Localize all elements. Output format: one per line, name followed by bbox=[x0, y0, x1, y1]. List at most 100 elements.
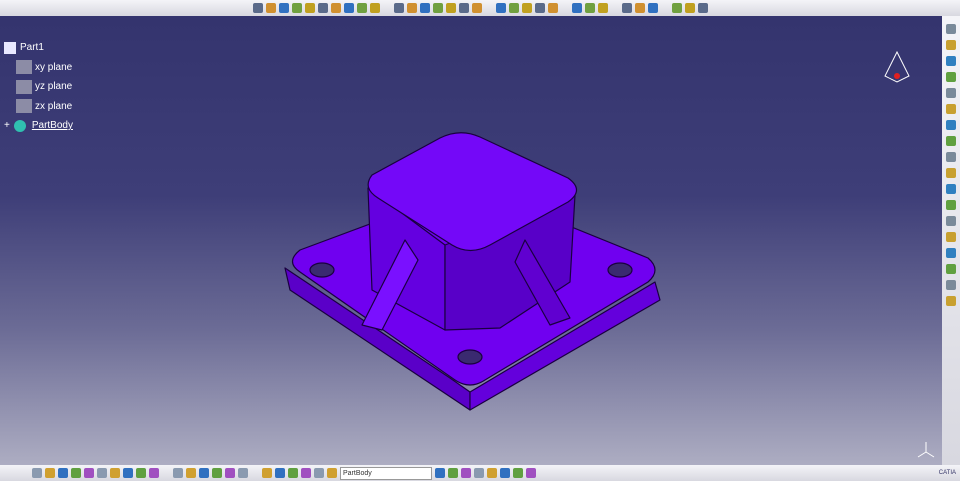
compass-icon[interactable] bbox=[884, 50, 910, 83]
toolbar-button-icon[interactable] bbox=[946, 216, 956, 226]
toolbar-button-icon[interactable] bbox=[946, 280, 956, 290]
toolbar-button-icon[interactable] bbox=[343, 3, 354, 13]
toolbar-button-icon[interactable] bbox=[58, 468, 68, 478]
toolbar-button-icon[interactable] bbox=[946, 24, 956, 34]
toolbar-button-icon[interactable] bbox=[946, 248, 956, 258]
toolbar-button-icon[interactable] bbox=[946, 168, 956, 178]
toolbar-button-icon[interactable] bbox=[684, 3, 695, 13]
toolbar-button-icon[interactable] bbox=[584, 3, 595, 13]
toolbar-button-icon[interactable] bbox=[946, 296, 956, 306]
tree-node-xy-plane[interactable]: xy plane bbox=[4, 58, 73, 78]
toolbar-button-icon[interactable] bbox=[946, 104, 956, 114]
tree-node-part1[interactable]: Part1 bbox=[4, 38, 73, 58]
toolbar-button-icon[interactable] bbox=[288, 468, 298, 478]
toolbar-button-icon[interactable] bbox=[513, 468, 523, 478]
toolbar-button-icon[interactable] bbox=[946, 88, 956, 98]
toolbar-button-icon[interactable] bbox=[71, 468, 81, 478]
toolbar-button-icon[interactable] bbox=[84, 468, 94, 478]
toolbar-button-icon[interactable] bbox=[508, 3, 519, 13]
toolbar-button-icon[interactable] bbox=[647, 3, 658, 13]
toolbar-button-icon[interactable] bbox=[946, 72, 956, 82]
hole bbox=[607, 262, 633, 278]
hole bbox=[309, 262, 335, 278]
axis-icon bbox=[917, 442, 935, 458]
toolbar-button-icon[interactable] bbox=[946, 264, 956, 274]
part-model[interactable] bbox=[0, 16, 942, 465]
toolbar-button-icon[interactable] bbox=[445, 3, 456, 13]
toolbar-button-icon[interactable] bbox=[621, 3, 632, 13]
toolbar-button-icon[interactable] bbox=[946, 56, 956, 66]
toolbar-button-icon[interactable] bbox=[495, 3, 506, 13]
toolbar-button-icon[interactable] bbox=[369, 3, 380, 13]
toolbar-button-icon[interactable] bbox=[435, 468, 445, 478]
toolbar-button-icon[interactable] bbox=[534, 3, 545, 13]
toolbar-button-icon[interactable] bbox=[32, 468, 42, 478]
toolbar-button-icon[interactable] bbox=[317, 3, 328, 13]
toolbar-button-icon[interactable] bbox=[526, 468, 536, 478]
toolbar-button-icon[interactable] bbox=[123, 468, 133, 478]
toolbar-button-icon[interactable] bbox=[946, 232, 956, 242]
part-icon bbox=[4, 41, 16, 54]
toolbar-button-icon[interactable] bbox=[173, 468, 183, 478]
plane-icon bbox=[16, 99, 32, 114]
toolbar-button-icon[interactable] bbox=[186, 468, 196, 478]
toolbar-button-icon[interactable] bbox=[252, 3, 263, 13]
right-toolbar bbox=[942, 16, 960, 465]
toolbar-button-icon[interactable] bbox=[225, 468, 235, 478]
toolbar-button-icon[interactable] bbox=[474, 468, 484, 478]
toolbar-button-icon[interactable] bbox=[634, 3, 645, 13]
toolbar-button-icon[interactable] bbox=[238, 468, 248, 478]
toolbar-button-icon[interactable] bbox=[212, 468, 222, 478]
toolbar-button-icon[interactable] bbox=[330, 3, 341, 13]
toolbar-button-icon[interactable] bbox=[571, 3, 582, 13]
toolbar-button-icon[interactable] bbox=[314, 468, 324, 478]
toolbar-button-icon[interactable] bbox=[304, 3, 315, 13]
toolbar-button-icon[interactable] bbox=[149, 468, 159, 478]
current-body-select[interactable]: PartBody bbox=[340, 466, 432, 480]
expand-icon[interactable]: + bbox=[4, 120, 10, 131]
toolbar-button-icon[interactable] bbox=[327, 468, 337, 478]
bottom-toolbar: PartBody bbox=[0, 465, 960, 481]
plane-icon bbox=[16, 60, 32, 75]
toolbar-button-icon[interactable] bbox=[356, 3, 367, 13]
toolbar-button-icon[interactable] bbox=[946, 40, 956, 50]
toolbar-button-icon[interactable] bbox=[946, 120, 956, 130]
specification-tree: Part1 xy plane yz plane zx plane + PartBo… bbox=[4, 38, 73, 136]
toolbar-button-icon[interactable] bbox=[461, 468, 471, 478]
toolbar-button-icon[interactable] bbox=[136, 468, 146, 478]
tree-node-yz-plane[interactable]: yz plane bbox=[4, 77, 73, 97]
toolbar-button-icon[interactable] bbox=[671, 3, 682, 13]
toolbar-button-icon[interactable] bbox=[697, 3, 708, 13]
toolbar-button-icon[interactable] bbox=[946, 136, 956, 146]
catia-logo: CATIA bbox=[938, 470, 956, 476]
toolbar-button-icon[interactable] bbox=[946, 152, 956, 162]
toolbar-button-icon[interactable] bbox=[291, 3, 302, 13]
toolbar-button-icon[interactable] bbox=[432, 3, 443, 13]
toolbar-button-icon[interactable] bbox=[262, 468, 272, 478]
toolbar-button-icon[interactable] bbox=[97, 468, 107, 478]
tree-node-partbody[interactable]: + PartBody bbox=[4, 116, 73, 136]
toolbar-button-icon[interactable] bbox=[275, 468, 285, 478]
toolbar-button-icon[interactable] bbox=[199, 468, 209, 478]
toolbar-button-icon[interactable] bbox=[471, 3, 482, 13]
hole bbox=[457, 349, 483, 365]
tree-node-zx-plane[interactable]: zx plane bbox=[4, 97, 73, 117]
toolbar-button-icon[interactable] bbox=[521, 3, 532, 13]
toolbar-button-icon[interactable] bbox=[487, 468, 497, 478]
toolbar-button-icon[interactable] bbox=[278, 3, 289, 13]
3d-viewport[interactable]: Part1 xy plane yz plane zx plane + PartBo… bbox=[0, 16, 942, 465]
toolbar-button-icon[interactable] bbox=[301, 468, 311, 478]
toolbar-button-icon[interactable] bbox=[597, 3, 608, 13]
toolbar-button-icon[interactable] bbox=[500, 468, 510, 478]
toolbar-button-icon[interactable] bbox=[45, 468, 55, 478]
toolbar-button-icon[interactable] bbox=[393, 3, 404, 13]
toolbar-button-icon[interactable] bbox=[458, 3, 469, 13]
toolbar-button-icon[interactable] bbox=[547, 3, 558, 13]
toolbar-button-icon[interactable] bbox=[406, 3, 417, 13]
toolbar-button-icon[interactable] bbox=[946, 184, 956, 194]
toolbar-button-icon[interactable] bbox=[110, 468, 120, 478]
toolbar-button-icon[interactable] bbox=[265, 3, 276, 13]
toolbar-button-icon[interactable] bbox=[448, 468, 458, 478]
toolbar-button-icon[interactable] bbox=[946, 200, 956, 210]
toolbar-button-icon[interactable] bbox=[419, 3, 430, 13]
